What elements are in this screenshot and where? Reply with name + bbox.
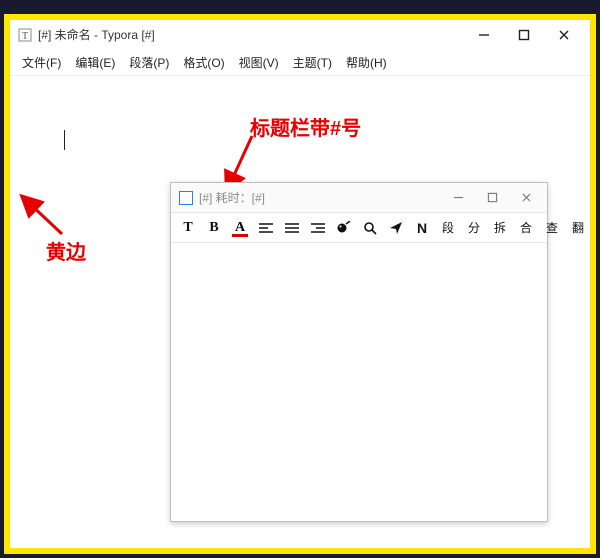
secondary-close-button[interactable]: [509, 185, 543, 211]
toolbar-font-color-a[interactable]: A: [231, 218, 249, 238]
menu-edit[interactable]: 编辑(E): [73, 52, 117, 73]
menu-file[interactable]: 文件(F): [20, 52, 63, 73]
secondary-window: [#] 耗时：[#] T B A: [170, 182, 548, 522]
toolbar-cn-merge[interactable]: 合: [517, 218, 535, 238]
toolbar-paint-icon[interactable]: [335, 218, 353, 238]
toolbar-send-icon[interactable]: [387, 218, 405, 238]
secondary-maximize-button[interactable]: [475, 185, 509, 211]
annotation-yellow-edge: 黄边: [46, 236, 86, 265]
toolbar-bold-b[interactable]: B: [205, 218, 223, 238]
menubar: 文件(F) 编辑(E) 段落(P) 格式(O) 视图(V) 主题(T) 帮助(H…: [10, 50, 590, 76]
menu-format[interactable]: 格式(O): [181, 52, 226, 73]
minimize-button[interactable]: [464, 21, 504, 49]
typora-window-frame: T [#] 未命名 - Typora [#] 文件(F) 编辑(E) 段落(P)…: [4, 14, 596, 554]
annotation-arrow-yellow-edge: [22, 194, 72, 249]
toolbar-n[interactable]: N: [413, 218, 431, 238]
toolbar-cn-translate[interactable]: 翻: [569, 218, 587, 238]
main-window-title: [#] 未命名 - Typora [#]: [38, 26, 155, 43]
toolbar-cn-break[interactable]: 拆: [491, 218, 509, 238]
toolbar-text-t[interactable]: T: [179, 218, 197, 238]
editor-area[interactable]: 标题栏带#号 黄边 [#] 耗时：[#]: [10, 76, 590, 548]
toolbar-align-right-icon[interactable]: [309, 218, 327, 238]
toolbar-cn-paragraph[interactable]: 段: [439, 218, 457, 238]
svg-text:T: T: [22, 31, 28, 42]
close-button[interactable]: [544, 21, 584, 49]
text-caret: [64, 130, 65, 150]
secondary-titlebar: [#] 耗时：[#]: [171, 183, 547, 213]
toolbar-cn-find[interactable]: 查: [543, 218, 561, 238]
secondary-app-icon: [179, 191, 193, 205]
annotation-titlebar-hash: 标题栏带#号: [250, 112, 361, 141]
secondary-minimize-button[interactable]: [441, 185, 475, 211]
secondary-window-title: [#] 耗时：[#]: [199, 189, 265, 206]
toolbar-align-justify-icon[interactable]: [283, 218, 301, 238]
main-titlebar: T [#] 未命名 - Typora [#]: [10, 20, 590, 50]
app-icon: T: [18, 28, 32, 42]
toolbar-align-left-icon[interactable]: [257, 218, 275, 238]
menu-help[interactable]: 帮助(H): [344, 52, 389, 73]
maximize-button[interactable]: [504, 21, 544, 49]
toolbar-cn-split[interactable]: 分: [465, 218, 483, 238]
secondary-editor-area[interactable]: [171, 243, 547, 521]
secondary-toolbar: T B A: [171, 213, 547, 243]
menu-paragraph[interactable]: 段落(P): [127, 52, 171, 73]
menu-view[interactable]: 视图(V): [237, 52, 281, 73]
toolbar-search-icon[interactable]: [361, 218, 379, 238]
menu-theme[interactable]: 主题(T): [291, 52, 334, 73]
